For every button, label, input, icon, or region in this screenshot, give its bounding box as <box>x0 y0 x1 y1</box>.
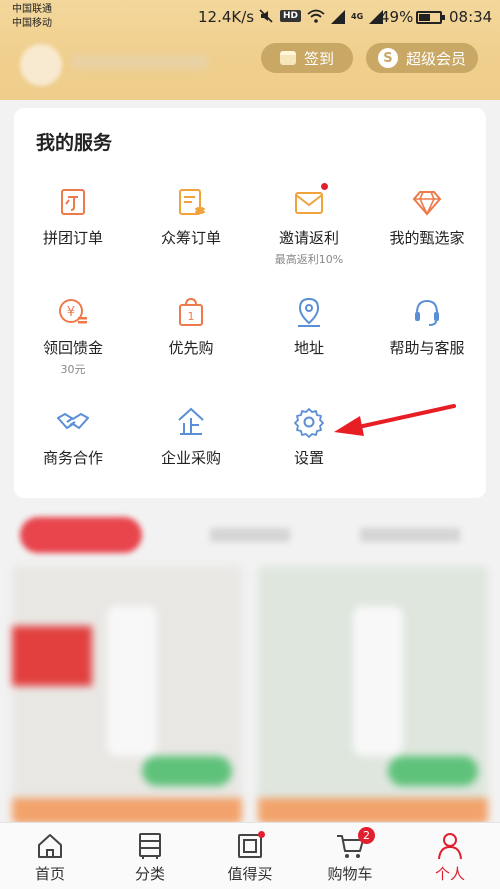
service-label: 设置 <box>293 449 324 467</box>
clock: 08:34 <box>449 8 493 26</box>
nav-home[interactable]: 首页 <box>0 831 100 884</box>
nav-label: 分类 <box>134 865 165 883</box>
nav-cart[interactable]: 2 购物车 <box>300 827 400 884</box>
coin-stack-icon <box>279 51 296 65</box>
home-icon <box>35 831 65 861</box>
nav-label: 首页 <box>34 865 65 883</box>
service-label: 商务合作 <box>42 449 103 467</box>
service-crowdfund-order[interactable]: 众筹订单 <box>132 186 250 248</box>
nav-category[interactable]: 分类 <box>100 831 200 884</box>
group-order-icon <box>57 186 89 218</box>
vip-s-icon: S <box>377 48 398 68</box>
mute-icon <box>259 9 273 23</box>
svg-text:¥: ¥ <box>67 305 75 320</box>
bottom-nav: 首页 分类 值得买 2 购物车 个人 <box>0 822 500 889</box>
avatar[interactable] <box>20 44 62 86</box>
annotation-arrow <box>334 404 456 436</box>
product-card-blurred[interactable] <box>12 566 242 824</box>
card-title: 我的服务 <box>36 132 113 154</box>
service-label: 拼团订单 <box>42 229 103 247</box>
promo-tab-blurred-3[interactable] <box>360 528 460 542</box>
promo-tab-blurred-2[interactable] <box>210 528 290 542</box>
service-enterprise-purchase[interactable]: 企业采购 <box>132 406 250 468</box>
service-sub: 30元 <box>60 363 86 376</box>
nav-worth-buy[interactable]: 值得买 <box>200 831 300 884</box>
service-sub: 最高返利10% <box>274 253 344 266</box>
service-help-support[interactable]: 帮助与客服 <box>368 296 486 358</box>
category-icon <box>135 831 165 861</box>
status-bar: 中国联通 中国移动 12.4K/s HD 4G 49% 08:34 <box>0 0 500 36</box>
nav-personal[interactable]: 个人 <box>400 831 500 884</box>
promo-tab-blurred[interactable] <box>20 517 142 553</box>
diamond-icon <box>411 186 443 218</box>
network-speed: 12.4K/s <box>198 8 255 26</box>
battery-icon <box>416 11 445 24</box>
service-my-selector[interactable]: 我的甄选家 <box>368 186 486 248</box>
location-pin-icon <box>293 296 325 328</box>
cart-badge: 2 <box>358 827 375 844</box>
username-blurred <box>70 55 210 69</box>
network-type: 4G <box>351 11 364 21</box>
shopping-bag-icon: 1 <box>175 296 207 328</box>
new-dot <box>258 831 265 838</box>
service-business-coop[interactable]: 商务合作 <box>14 406 132 468</box>
checkin-label: 签到 <box>303 49 334 68</box>
service-label: 帮助与客服 <box>389 339 465 357</box>
cart-icon: 2 <box>335 827 375 861</box>
service-label: 企业采购 <box>160 449 221 467</box>
service-feedback-gold[interactable]: ¥ 领回馈金 30元 <box>14 296 132 377</box>
worth-buy-icon <box>235 831 265 861</box>
service-address[interactable]: 地址 <box>250 296 368 358</box>
service-label: 众筹订单 <box>160 229 221 247</box>
enterprise-icon <box>175 406 207 438</box>
handshake-icon <box>56 406 90 438</box>
headset-icon <box>411 296 443 328</box>
battery-percent: 49% <box>380 8 414 26</box>
crowdfund-order-icon <box>175 186 207 218</box>
carrier-2: 中国移动 <box>12 18 52 29</box>
status-icons: HD 4G <box>258 8 384 24</box>
new-dot <box>321 183 328 190</box>
person-icon <box>435 831 465 861</box>
signal-icon <box>331 9 346 24</box>
nav-label: 个人 <box>434 865 465 883</box>
yen-coin-icon: ¥ <box>57 296 89 328</box>
svg-text:1: 1 <box>188 310 195 323</box>
vip-label: 超级会员 <box>405 49 466 68</box>
product-card-blurred[interactable] <box>258 566 488 824</box>
service-label: 领回馈金 <box>42 339 103 357</box>
hd-badge: HD <box>280 10 302 22</box>
service-priority-buy[interactable]: 1 优先购 <box>132 296 250 358</box>
service-label: 地址 <box>293 339 324 357</box>
service-label: 我的甄选家 <box>389 229 465 247</box>
service-label: 邀请返利 <box>278 229 339 247</box>
nav-label: 值得买 <box>227 865 273 883</box>
nav-label: 购物车 <box>327 865 373 883</box>
service-invite-rebate[interactable]: 邀请返利 最高返利10% <box>250 183 368 267</box>
super-vip-button[interactable]: S 超级会员 <box>366 43 478 73</box>
checkin-button[interactable]: 签到 <box>261 43 353 73</box>
invite-envelope-icon <box>293 183 328 218</box>
service-label: 优先购 <box>168 339 214 357</box>
carrier-1: 中国联通 <box>12 4 52 15</box>
wifi-icon <box>307 9 325 23</box>
service-group-order[interactable]: 拼团订单 <box>14 186 132 248</box>
gear-icon <box>293 406 325 438</box>
